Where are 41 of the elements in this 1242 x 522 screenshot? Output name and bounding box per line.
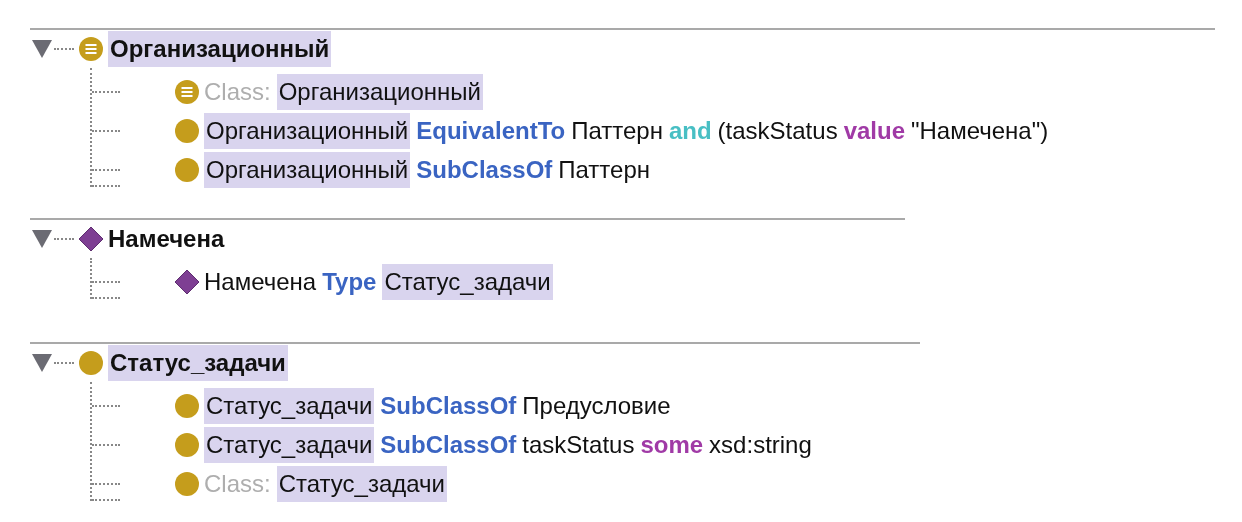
class-name: Организационный	[276, 73, 483, 110]
expression-text: Предусловие	[522, 390, 671, 421]
keyword: EquivalentTo	[416, 115, 566, 146]
node-title: Намечена	[108, 224, 225, 254]
frame-label: Class:	[204, 76, 271, 107]
restriction-keyword: some	[640, 429, 704, 460]
circle-icon	[174, 117, 200, 144]
diamond-icon	[78, 226, 104, 252]
class-name: Статус_задачи	[382, 263, 553, 300]
class-name: Статус_задачи	[204, 426, 375, 463]
expand-toggle-icon[interactable]	[32, 40, 52, 58]
node-title: Организационный	[108, 31, 332, 67]
circle-icon	[78, 350, 104, 376]
keyword: Type	[322, 266, 377, 297]
list-circle-icon	[174, 78, 200, 105]
class-name: Статус_задачи	[204, 387, 375, 424]
circle-icon	[174, 392, 200, 419]
keyword: SubClassOf	[380, 390, 517, 421]
circle-icon	[174, 156, 200, 183]
expression-text: (taskStatus	[717, 115, 838, 146]
list-circle-icon	[78, 36, 104, 62]
keyword: SubClassOf	[416, 154, 553, 185]
node-title: Статус_задачи	[108, 345, 288, 381]
connective-keyword: and	[668, 115, 712, 146]
class-name: Статус_задачи	[276, 465, 447, 502]
restriction-keyword: value	[843, 115, 905, 146]
class-name: Организационный	[204, 112, 411, 149]
expand-toggle-icon[interactable]	[32, 354, 52, 372]
expression-text: Паттерн	[558, 154, 651, 185]
diamond-icon	[174, 268, 200, 295]
class-name: Организационный	[204, 151, 411, 188]
frame-label: Class:	[204, 468, 271, 499]
expression-text: Намечена	[204, 266, 317, 297]
expression-text: taskStatus	[522, 429, 635, 460]
circle-icon	[174, 470, 200, 497]
expression-text: Паттерн	[571, 115, 663, 146]
keyword: SubClassOf	[380, 429, 517, 460]
expression-text: "Намечена")	[911, 115, 1049, 146]
expression-text: xsd:string	[709, 429, 812, 460]
circle-icon	[174, 431, 200, 458]
expand-toggle-icon[interactable]	[32, 230, 52, 248]
